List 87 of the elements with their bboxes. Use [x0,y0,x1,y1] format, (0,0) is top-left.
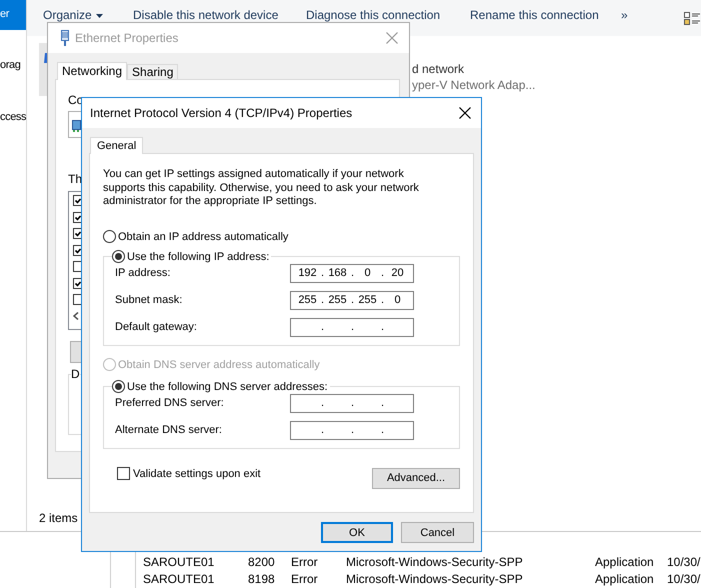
field-label: Preferred DNS server: [115,397,225,409]
octet-separator: . [380,396,385,410]
octet-value: 168 [327,266,348,280]
status-bar-text: 2 items [39,511,78,525]
octet-value: 0 [363,266,372,280]
nav-item[interactable]: ccess [0,104,26,130]
checkbox-label[interactable]: Validate settings upon exit [133,466,261,480]
octet-separator: . [320,293,325,307]
advanced-button[interactable]: Advanced... [372,468,460,488]
octet-value: 255 [297,293,318,307]
table-cell: Error [291,572,318,586]
table-cell: 10/30/ [667,554,700,568]
octet-separator: . [320,266,325,280]
radio-button[interactable] [112,250,125,263]
octet-separator: . [380,423,385,437]
checkbox[interactable] [73,195,81,208]
checkbox[interactable] [73,244,81,257]
tab[interactable]: Sharing [127,64,178,79]
table-cell: Microsoft-Windows-Security-SPP [346,554,523,568]
window-title: Internet Protocol Version 4 (TCP/IPv4) Properties [90,106,354,120]
radio-label[interactable]: Obtain an IP address automatically [118,230,288,244]
checkbox[interactable] [73,261,81,274]
toolbar-button[interactable]: Disable this network device [133,9,306,22]
octet-separator: . [320,423,325,437]
view-options-icon[interactable] [684,12,700,26]
ip-address-field[interactable]: . . . [290,394,414,412]
table-cell: 8200 [248,554,275,568]
octet-value: 255 [357,293,378,307]
table-cell: Application [595,572,654,586]
octet-separator: . [350,423,355,437]
checkbox[interactable] [73,278,81,290]
field-label: Subnet mask: [115,294,184,306]
ip-address-field[interactable]: 192 . 168 . 0 . 20 [290,264,414,282]
field-label: Default gateway: [115,321,198,333]
table-cell: Microsoft-Windows-Security-SPP [346,572,523,586]
octet-value: 192 [297,266,318,280]
radio-button[interactable] [112,380,125,393]
network-cable-icon [60,30,70,46]
network-card-icon [72,118,81,132]
cancel-button[interactable]: Cancel [401,522,474,543]
octet-separator: . [320,396,325,410]
octet-value: 255 [327,293,348,307]
ok-button[interactable]: OK [321,522,393,543]
octet-separator: . [350,396,355,410]
organize-menu-button[interactable]: Organize [43,9,133,22]
radio-label[interactable]: Use the following DNS server addresses: [127,380,328,394]
ip-address-field[interactable]: 255 . 255 . 255 . 0 [290,290,414,310]
table-cell: SAROUTE01 [143,554,214,568]
octet-separator: . [350,320,355,334]
checkbox[interactable] [117,467,130,480]
nav-item[interactable]: er [0,0,26,30]
toolbar-button[interactable]: Rename this connection [470,9,621,22]
nav-item[interactable]: orag [0,52,26,78]
field-label: IP address: [115,267,172,279]
octet-separator: . [350,293,355,307]
checkbox[interactable] [73,294,81,306]
close-icon[interactable] [459,107,471,119]
scroll-left-icon[interactable] [73,312,79,320]
octet-separator: . [320,320,325,334]
table-cell: Error [291,554,318,568]
ip-address-field[interactable]: . . . [290,420,414,440]
ip-address-field[interactable]: . . . [290,318,414,336]
connection-status: d network [412,62,466,76]
table-cell: 10/30/ [667,572,700,586]
toolbar-button[interactable]: Diagnose this connection [306,9,470,22]
window-title: Ethernet Properties [75,31,180,45]
tab[interactable]: Networking [57,62,128,80]
checkbox[interactable] [73,228,81,240]
caret-icon [96,14,103,18]
octet-separator: . [350,266,355,280]
tab[interactable]: General [90,137,144,154]
table-cell: 8198 [248,572,275,586]
field-label: Alternate DNS server: [115,424,223,436]
group-label: D [71,367,80,381]
radio-button[interactable] [103,230,116,243]
checkbox[interactable] [73,212,81,224]
table-cell: SAROUTE01 [143,572,214,586]
description-text: You can get IP settings assigned automatically if your network supports this capability. Otherwise, you need to ask your network administrator for the appropriate IP settings. [103,168,420,208]
radio-label[interactable]: Use the following IP address: [127,250,270,264]
octet-separator: . [380,320,385,334]
octet-value: 20 [390,266,405,280]
octet-separator: . [380,266,385,280]
octet-value: 0 [393,293,402,307]
adapter-name: yper-V Network Adap... [412,78,536,92]
table-cell: Application [595,554,654,568]
octet-separator: . [380,293,385,307]
more-commands-button[interactable]: » [621,9,684,22]
